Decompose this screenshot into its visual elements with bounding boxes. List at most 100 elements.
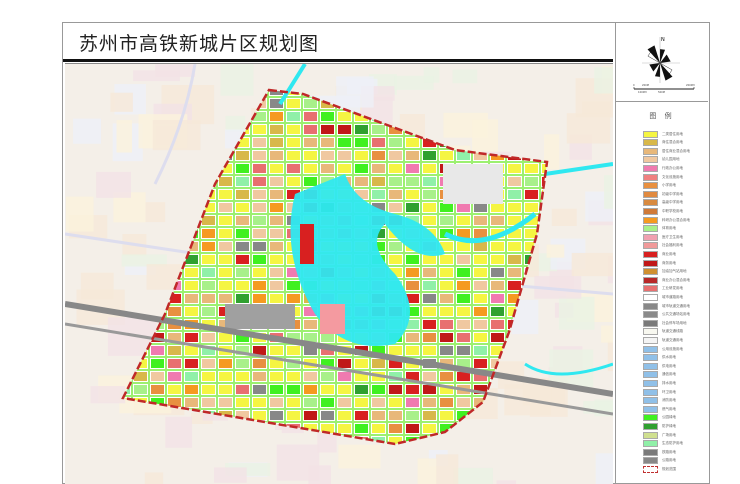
legend-label: 中职学校用地 <box>662 208 683 213</box>
north-arrow-icon: N 0 200M 1000M 500M 2000M <box>633 37 695 94</box>
legend-swatch <box>643 457 658 465</box>
compass-panel: N 0 200M 1000M 500M 2000M <box>616 23 708 102</box>
legend-label: 城市道路用地 <box>662 294 683 299</box>
legend-label: 通信用地 <box>662 372 676 377</box>
legend-swatch <box>643 147 658 155</box>
legend-item: 行政办公用地 <box>643 164 683 172</box>
north-label: N <box>661 37 665 43</box>
legend-swatch <box>643 465 658 473</box>
legend-swatch <box>643 302 658 310</box>
legend-swatch <box>643 250 658 258</box>
legend-swatch <box>643 336 658 344</box>
legend-label: 城市轨道交通用地 <box>662 303 690 308</box>
legend-swatch <box>643 130 658 138</box>
legend-label: 供电用地 <box>662 363 676 368</box>
legend-item: 城市道路用地 <box>643 293 683 301</box>
legend-label: 公用设施用地 <box>662 346 683 351</box>
legend-label: 防护绿地 <box>662 423 676 428</box>
svg-text:1000M: 1000M <box>638 90 647 94</box>
legend-label: 文化设施用地 <box>662 174 683 179</box>
legend-swatch <box>643 345 658 353</box>
legend-label: 生态防护用地 <box>662 441 683 446</box>
legend-swatch <box>643 388 658 396</box>
legend-item: 小学用地 <box>643 182 676 190</box>
legend-item: 医疗卫生用地 <box>643 233 683 241</box>
legend-swatch <box>643 371 658 379</box>
svg-text:2000M: 2000M <box>686 83 695 87</box>
map-title: 苏州市高铁新城片区规划图 <box>79 33 320 55</box>
legend-label: 消防用地 <box>662 398 676 403</box>
legend-label: 规划范围 <box>662 466 676 471</box>
legend-item: 体育用地 <box>643 225 676 233</box>
legend-item: 社会福利用地 <box>643 242 683 250</box>
legend-item: 科研办公混合用地 <box>643 216 690 224</box>
legend-item: 消防用地 <box>643 397 676 405</box>
legend-swatch <box>643 242 658 250</box>
legend-item: 供电用地 <box>643 362 676 370</box>
legend-label: 轨道交通线路 <box>662 329 683 334</box>
legend-label: 初级中学用地 <box>662 191 683 196</box>
legend-swatch <box>643 354 658 362</box>
legend-swatch <box>643 268 658 276</box>
legend-swatch <box>643 156 658 164</box>
legend-swatch <box>643 311 658 319</box>
planning-map <box>65 63 613 484</box>
svg-text:0: 0 <box>633 83 635 87</box>
legend-item: 广场用地 <box>643 431 676 439</box>
legend-item: 环卫用地 <box>643 388 676 396</box>
legend-label: 加油加气站用地 <box>662 269 687 274</box>
legend-item: 通信用地 <box>643 371 676 379</box>
legend-label: 幼儿园用地 <box>662 157 680 162</box>
svg-text:200M: 200M <box>642 83 649 87</box>
legend-item: 加油加气站用地 <box>643 268 687 276</box>
legend-label: 排水用地 <box>662 380 676 385</box>
legend-swatch <box>643 225 658 233</box>
legend-item: 文化设施用地 <box>643 173 683 181</box>
legend-item: 高级中学用地 <box>643 199 683 207</box>
legend-swatch <box>643 379 658 387</box>
legend-item: 商业用地 <box>643 250 676 258</box>
legend-item: 防护绿地 <box>643 422 676 430</box>
legend-item: 燃气用地 <box>643 405 676 413</box>
legend-label: 医疗卫生用地 <box>662 234 683 239</box>
legend-label: 体育用地 <box>662 226 676 231</box>
legend-swatch <box>643 448 658 456</box>
legend-item: 轨道交通用地 <box>643 336 683 344</box>
legend-item: 商务用地 <box>643 259 676 267</box>
legend-swatch <box>643 319 658 327</box>
legend-label: 燃气用地 <box>662 406 676 411</box>
legend-label: 广场用地 <box>662 432 676 437</box>
legend-swatch <box>643 233 658 241</box>
legend-swatch <box>643 414 658 422</box>
legend-swatch <box>643 190 658 198</box>
legend-label: 居住商业混合用地 <box>662 148 690 153</box>
svg-text:500M: 500M <box>658 90 665 94</box>
legend-item: 商住混合用地 <box>643 139 683 147</box>
legend-swatch <box>643 422 658 430</box>
legend-item: 二类居住用地 <box>643 130 683 138</box>
legend-label: 环卫用地 <box>662 389 676 394</box>
legend-label: 高级中学用地 <box>662 200 683 205</box>
legend-label: 轨道交通用地 <box>662 337 683 342</box>
legend-item: 铁路用地 <box>643 448 676 456</box>
legend-item: 幼儿园用地 <box>643 156 680 164</box>
legend-item: 公园绿地 <box>643 414 676 422</box>
legend-swatch <box>643 362 658 370</box>
legend-swatch <box>643 199 658 207</box>
legend-item: 社会停车场用地 <box>643 319 687 327</box>
legend-swatch <box>643 182 658 190</box>
legend-item: 公用设施用地 <box>643 345 683 353</box>
legend-item: 供水用地 <box>643 354 676 362</box>
legend-label: 商业办公混合用地 <box>662 277 690 282</box>
legend-swatch <box>643 440 658 448</box>
title-box: 苏州市高铁新城片区规划图 <box>63 23 613 62</box>
legend-item: 初级中学用地 <box>643 190 683 198</box>
side-panel: N 0 200M 1000M 500M 2000M 图 例 二类居住用地 商住混… <box>615 23 708 483</box>
legend-label: 社会福利用地 <box>662 243 683 248</box>
legend-label: 公共交通场站用地 <box>662 312 690 317</box>
legend-label: 商住混合用地 <box>662 140 683 145</box>
legend-swatch <box>643 431 658 439</box>
legend-item: 生态防护用地 <box>643 440 683 448</box>
scale-bar <box>633 87 695 90</box>
legend-label: 工业研发用地 <box>662 286 683 291</box>
